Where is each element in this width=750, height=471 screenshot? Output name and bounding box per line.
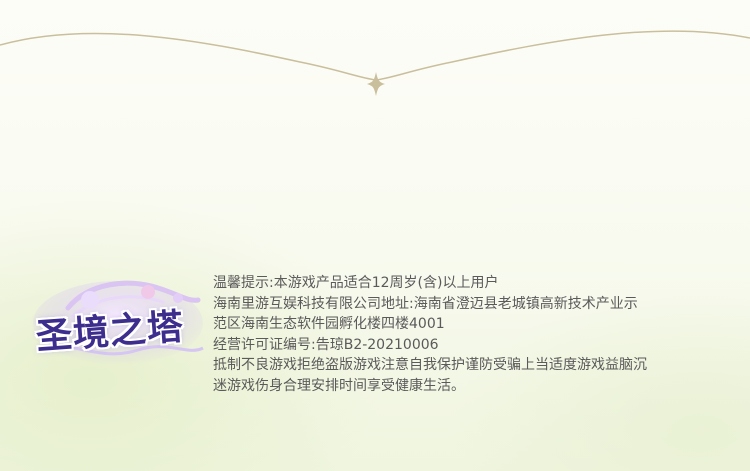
game-notice-text: 温馨提示:本游戏产品适合12周岁(含)以上用户 海南里游互娱科技有限公司地址:海… — [213, 273, 733, 396]
four-point-star-icon — [367, 72, 385, 96]
notice-age-rating: 温馨提示:本游戏产品适合12周岁(含)以上用户 — [213, 275, 499, 291]
decorative-wave-line — [0, 30, 750, 96]
notice-company-address-1: 海南里游互娱科技有限公司地址:海南省澄迈县老城镇高新技术产业示 — [213, 295, 638, 312]
notice-health-advisory-1: 抵制不良游戏拒绝盗版游戏注意自我保护谨防受骗上当适度游戏益脑沉 — [213, 357, 647, 373]
notice-license-number: 经营许可证编号:告琼B2-20210006 — [213, 336, 439, 353]
notice-health-advisory-2: 迷游戏伤身合理安排时间享受健康生活。 — [213, 377, 465, 394]
game-logo-title: 圣境之塔 — [34, 305, 186, 358]
notice-company-address-2: 范区海南生态软件园孵化楼四楼4001 — [213, 316, 445, 332]
